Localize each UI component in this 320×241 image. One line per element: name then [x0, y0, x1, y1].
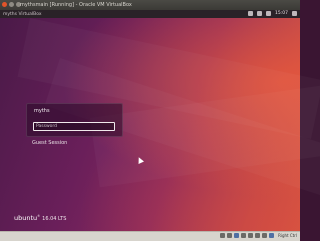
usb-icon[interactable] [241, 233, 247, 238]
minimize-icon[interactable] [9, 2, 14, 7]
clock[interactable]: 15:07 [275, 11, 288, 16]
greeter-top-bar: myths VirtualBox 15:07 [0, 10, 300, 18]
display-icon[interactable] [255, 233, 261, 238]
version-label: 16.04 LTS [42, 216, 67, 223]
logo-text: ubuntu [14, 214, 38, 223]
mouse-integration-icon[interactable] [269, 233, 275, 238]
recording-icon[interactable] [262, 233, 268, 238]
statusbar-icons: Right Ctrl [220, 233, 297, 238]
registered-mark: ® [37, 214, 41, 218]
power-icon[interactable] [292, 11, 297, 16]
network-icon[interactable] [234, 233, 240, 238]
window-controls [2, 2, 21, 7]
shared-folders-icon[interactable] [248, 233, 254, 238]
login-box: myths Password [26, 103, 123, 137]
keyboard-layout-icon[interactable] [257, 11, 263, 16]
guest-session-option[interactable]: Guest Session [32, 140, 67, 146]
window-titlebar[interactable]: mythsmain [Running] - Oracle VM VirtualB… [0, 0, 300, 10]
hard-disk-icon[interactable] [220, 233, 226, 238]
username-label[interactable]: myths [34, 108, 50, 114]
host-name: myths VirtualBox [3, 11, 42, 17]
volume-icon[interactable] [266, 11, 272, 16]
window-title: mythsmain [Running] - Oracle VM VirtualB… [20, 2, 132, 8]
system-tray: 15:07 [248, 11, 297, 16]
host-key-label: Right Ctrl [278, 233, 297, 238]
accessibility-icon[interactable] [248, 11, 254, 16]
optical-drive-icon[interactable] [227, 233, 233, 238]
password-input[interactable]: Password [33, 122, 115, 131]
close-icon[interactable] [2, 2, 7, 7]
ubuntu-logo: ubuntu®16.04 LTS [14, 214, 66, 222]
